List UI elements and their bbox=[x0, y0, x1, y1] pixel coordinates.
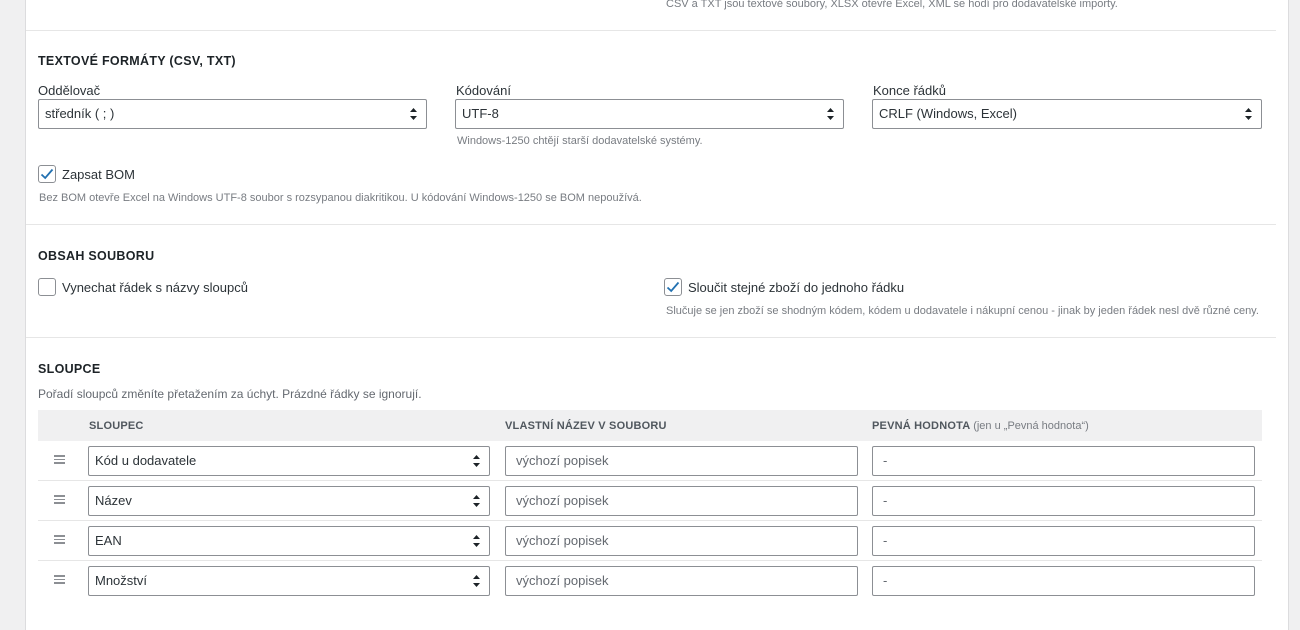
skip-header-checkbox[interactable] bbox=[38, 278, 56, 296]
column-select[interactable]: EAN bbox=[88, 526, 490, 556]
header-fixed-value-label: PEVNÁ HODNOTA bbox=[872, 420, 970, 432]
checkmark-icon bbox=[666, 281, 680, 293]
column-select-value: EAN bbox=[95, 533, 122, 548]
up-down-arrows-icon bbox=[410, 108, 417, 120]
up-down-arrows-icon bbox=[827, 108, 834, 120]
header-fixed-value: PEVNÁ HODNOTA (jen u „Pevná hodnota“) bbox=[872, 420, 1089, 432]
format-hint: CSV a TXT jsou textové soubory, XLSX ote… bbox=[666, 0, 1118, 10]
skip-header-label: Vynechat řádek s názvy sloupců bbox=[62, 280, 248, 295]
fixed-value-input[interactable]: - bbox=[872, 486, 1255, 516]
write-bom-checkbox[interactable] bbox=[38, 165, 56, 183]
up-down-arrows-icon bbox=[1245, 108, 1252, 120]
export-settings-panel: CSV a TXT jsou textové soubory, XLSX ote… bbox=[25, 0, 1289, 630]
drag-handle-icon[interactable] bbox=[54, 495, 65, 504]
line-endings-select[interactable]: CRLF (Windows, Excel) bbox=[872, 99, 1262, 129]
custom-name-input[interactable]: výchozí popisek bbox=[505, 486, 858, 516]
column-select-value: Název bbox=[95, 493, 132, 508]
header-fixed-value-note: (jen u „Pevná hodnota“) bbox=[973, 420, 1089, 432]
column-select-value: Množství bbox=[95, 573, 148, 588]
line-endings-label: Konce řádků bbox=[873, 83, 946, 98]
custom-name-input[interactable]: výchozí popisek bbox=[505, 446, 858, 476]
drag-handle-icon[interactable] bbox=[54, 455, 65, 464]
fixed-value-input[interactable]: - bbox=[872, 566, 1255, 596]
merge-items-hint: Slučuje se jen zboží se shodným kódem, k… bbox=[666, 305, 1259, 317]
divider bbox=[26, 224, 1276, 225]
encoding-select[interactable]: UTF-8 bbox=[455, 99, 844, 129]
header-custom-name: VLASTNÍ NÁZEV V SOUBORU bbox=[505, 420, 667, 432]
encoding-hint: Windows-1250 chtějí starší dodavatelské … bbox=[457, 135, 703, 147]
section-title-file-content: OBSAH SOUBORU bbox=[38, 249, 155, 263]
row-divider bbox=[38, 560, 1262, 561]
checkmark-icon bbox=[40, 168, 54, 180]
column-select-value: Kód u dodavatele bbox=[95, 453, 197, 468]
custom-name-input[interactable]: výchozí popisek bbox=[505, 566, 858, 596]
encoding-label: Kódování bbox=[456, 83, 511, 98]
divider bbox=[26, 30, 1276, 31]
header-column: SLOUPEC bbox=[89, 420, 144, 432]
column-select[interactable]: Kód u dodavatele bbox=[88, 446, 490, 476]
bom-hint: Bez BOM otevře Excel na Windows UTF-8 so… bbox=[39, 192, 642, 204]
up-down-arrows-icon bbox=[473, 535, 480, 547]
columns-table-header: SLOUPEC VLASTNÍ NÁZEV V SOUBORU PEVNÁ HO… bbox=[38, 410, 1262, 441]
columns-hint: Pořadí sloupců změníte přetažením za úch… bbox=[38, 387, 422, 401]
drag-handle-icon[interactable] bbox=[54, 575, 65, 584]
separator-label: Oddělovač bbox=[38, 83, 101, 98]
fixed-value-input[interactable]: - bbox=[872, 526, 1255, 556]
drag-handle-icon[interactable] bbox=[54, 535, 65, 544]
encoding-value: UTF-8 bbox=[462, 106, 499, 121]
fixed-value-input[interactable]: - bbox=[872, 446, 1255, 476]
section-title-columns: SLOUPCE bbox=[38, 362, 101, 376]
divider bbox=[26, 337, 1276, 338]
separator-value: středník ( ; ) bbox=[45, 106, 115, 121]
row-divider bbox=[38, 480, 1262, 481]
column-select[interactable]: Množství bbox=[88, 566, 490, 596]
line-endings-value: CRLF (Windows, Excel) bbox=[879, 106, 1017, 121]
section-title-text-formats: TEXTOVÉ FORMÁTY (CSV, TXT) bbox=[38, 54, 236, 68]
column-select[interactable]: Název bbox=[88, 486, 490, 516]
up-down-arrows-icon bbox=[473, 495, 480, 507]
separator-select[interactable]: středník ( ; ) bbox=[38, 99, 427, 129]
write-bom-label: Zapsat BOM bbox=[62, 167, 135, 182]
custom-name-input[interactable]: výchozí popisek bbox=[505, 526, 858, 556]
row-divider bbox=[38, 520, 1262, 521]
up-down-arrows-icon bbox=[473, 455, 480, 467]
merge-items-label: Sloučit stejné zboží do jednoho řádku bbox=[688, 280, 905, 295]
merge-items-checkbox[interactable] bbox=[664, 278, 682, 296]
up-down-arrows-icon bbox=[473, 575, 480, 587]
